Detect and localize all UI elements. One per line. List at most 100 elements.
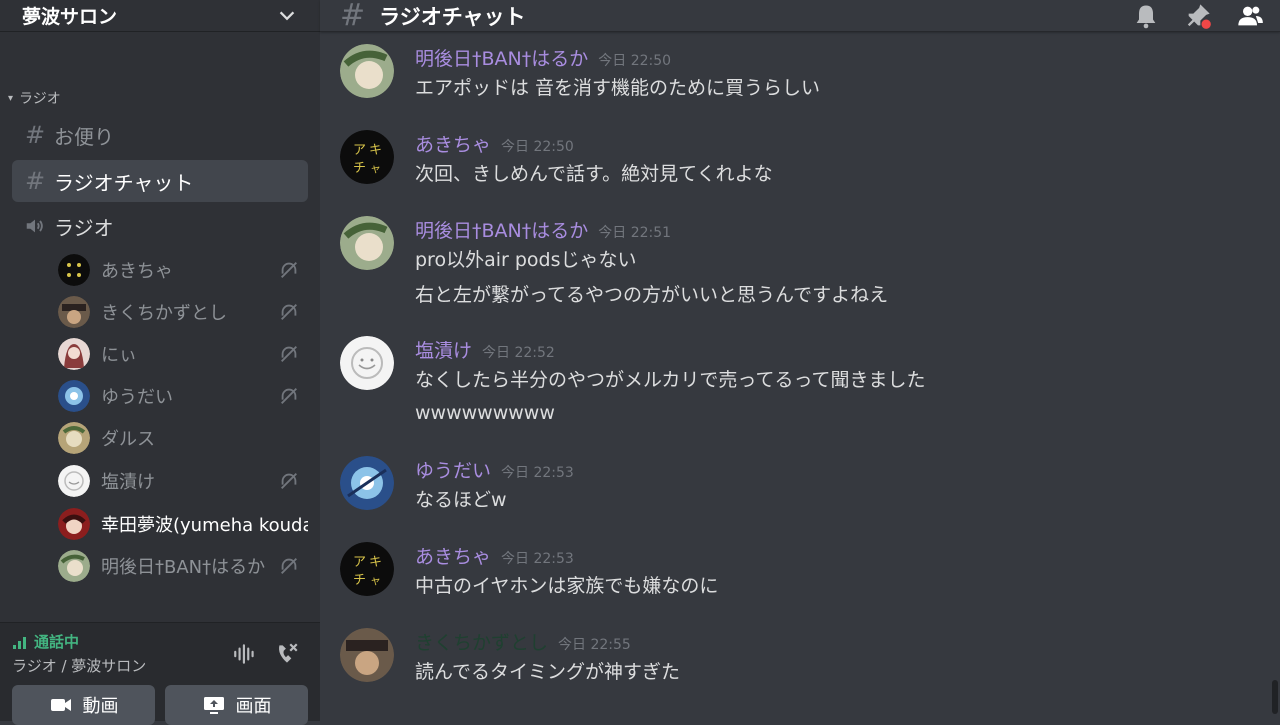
svg-text:キ: キ — [369, 143, 382, 158]
voice-user-name: 明後日†BAN†はるか — [101, 557, 266, 578]
message-timestamp: 今日 22:50 — [501, 139, 574, 155]
voice-user-nii[interactable]: にぃ — [58, 336, 308, 372]
message-timestamp: 今日 22:53 — [501, 551, 574, 567]
message-header: あきちゃ 今日 22:50 — [415, 130, 574, 157]
voice-user-shiozuke[interactable]: 塩漬け — [58, 463, 308, 499]
avatar[interactable] — [340, 336, 394, 390]
category-radio[interactable]: ▾ ラジオ — [8, 87, 61, 109]
voice-user-name: ダルス — [101, 429, 155, 450]
camera-icon — [50, 699, 71, 711]
voice-channel-radio[interactable]: ラジオ — [12, 205, 308, 247]
avatar[interactable] — [340, 216, 394, 270]
deafened-icon — [281, 388, 297, 404]
message-author[interactable]: 明後日†BAN†はるか — [415, 48, 588, 70]
channel-label: ラジオ — [54, 215, 114, 240]
speaker-icon — [26, 219, 43, 233]
voice-user-yudai[interactable]: ゆうだい — [58, 378, 308, 414]
message-text: 次回、きしめんで話す。絶対見てくれよな — [415, 163, 773, 185]
message-text: 右と左が繋がってるやつの方がいいと思うんですよねえ — [415, 284, 889, 306]
signal-icon — [13, 636, 26, 649]
message-header: 明後日†BAN†はるか 今日 22:50 — [415, 44, 671, 71]
voice-user-kouda-yumeha[interactable]: 幸田夢波(yumeha kouda) — [58, 506, 308, 542]
message-text: なるほどw — [415, 489, 507, 511]
message-header: あきちゃ 今日 22:53 — [415, 542, 574, 569]
message-timestamp: 今日 22:50 — [598, 53, 672, 69]
caret-down-icon: ▾ — [8, 92, 14, 104]
message-text: wwwwwwwww — [415, 402, 555, 424]
voice-user-name: ゆうだい — [101, 387, 173, 408]
channel-title: ラジオチャット — [379, 4, 526, 29]
message-author[interactable]: きくちかずとし — [415, 632, 548, 654]
screen-share-icon — [203, 697, 224, 714]
avatar — [58, 508, 90, 540]
voice-connection-panel: 通話中 ラジオ / 夢波サロン 動画 画面 — [0, 622, 320, 725]
screen-share-button[interactable]: 画面 — [165, 685, 308, 725]
voice-user-kikuchi[interactable]: きくちかずとし — [58, 294, 308, 330]
voice-user-haruka[interactable]: 明後日†BAN†はるか — [58, 548, 308, 584]
message-author[interactable]: 明後日†BAN†はるか — [415, 220, 588, 242]
pin-icon[interactable] — [1184, 2, 1212, 30]
channel-label: お便り — [54, 124, 114, 149]
svg-text:チ: チ — [353, 573, 366, 588]
channel-radio-chat[interactable]: # ラジオチャット — [12, 160, 308, 202]
deafened-icon — [281, 558, 297, 574]
message-timestamp: 今日 22:55 — [558, 637, 631, 653]
chat-header: # ラジオチャット — [320, 0, 1280, 33]
voice-user-name: 塩漬け — [101, 472, 155, 493]
avatar — [58, 465, 90, 497]
channel-label: ラジオチャット — [54, 170, 194, 195]
voice-user-akicha[interactable]: あきちゃ — [58, 252, 308, 288]
hash-icon: # — [24, 167, 46, 195]
screen-label: 画面 — [235, 696, 272, 717]
channel-otayori[interactable]: # お便り — [12, 114, 308, 156]
category-label: ラジオ — [19, 91, 61, 107]
svg-text:キ: キ — [369, 555, 382, 570]
message-author[interactable]: 塩漬け — [415, 340, 472, 362]
voice-user-name: にぃ — [101, 345, 137, 366]
avatar[interactable]: アキチャ — [340, 542, 394, 596]
voice-user-name: あきちゃ — [101, 261, 173, 282]
message-text: なくしたら半分のやつがメルカリで売ってるって聞きました — [415, 369, 926, 391]
hash-icon: # — [340, 0, 366, 33]
deafened-icon — [281, 262, 297, 278]
voice-location: ラジオ / 夢波サロン — [12, 657, 147, 675]
message-author[interactable]: あきちゃ — [415, 546, 491, 568]
svg-text:チ: チ — [353, 161, 366, 176]
deafened-icon — [281, 304, 297, 320]
avatar — [58, 254, 90, 286]
message-header: 塩漬け 今日 22:52 — [415, 336, 555, 363]
disconnect-icon[interactable] — [274, 641, 300, 667]
scrollbar[interactable] — [1272, 680, 1278, 714]
message-header: きくちかずとし 今日 22:55 — [415, 628, 631, 655]
voice-state-label: 通話中 — [34, 633, 80, 651]
avatar — [58, 338, 90, 370]
avatar[interactable]: アキチャ — [340, 130, 394, 184]
server-name: 夢波サロン — [22, 6, 118, 28]
svg-text:ャ: ャ — [370, 574, 381, 587]
avatar[interactable] — [340, 44, 394, 98]
chevron-down-icon[interactable] — [276, 5, 298, 27]
noise-suppression-icon[interactable] — [232, 641, 258, 667]
hash-icon: # — [24, 121, 46, 149]
avatar — [58, 296, 90, 328]
message-text: 読んでるタイミングが神すぎた — [415, 661, 681, 683]
voice-state: 通話中 — [12, 631, 79, 652]
svg-text:ャ: ャ — [370, 162, 381, 175]
bell-icon[interactable] — [1132, 2, 1160, 30]
svg-text:ア: ア — [353, 555, 366, 570]
video-button[interactable]: 動画 — [12, 685, 155, 725]
message-text: エアポッドは 音を消す機能のために買うらしい — [415, 77, 821, 99]
message-timestamp: 今日 22:52 — [482, 345, 555, 361]
members-icon[interactable] — [1236, 2, 1264, 30]
message-author[interactable]: あきちゃ — [415, 134, 491, 156]
voice-user-darusu[interactable]: ダルス — [58, 420, 308, 456]
message-header: ゆうだい 今日 22:53 — [415, 456, 574, 483]
avatar[interactable] — [340, 628, 394, 682]
video-label: 動画 — [82, 696, 119, 717]
avatar[interactable] — [340, 456, 394, 510]
voice-user-name: 幸田夢波(yumeha kouda) — [101, 515, 308, 536]
message-author[interactable]: ゆうだい — [415, 460, 491, 482]
message-header: 明後日†BAN†はるか 今日 22:51 — [415, 216, 671, 243]
server-header[interactable]: 夢波サロン — [0, 0, 320, 32]
avatar — [58, 380, 90, 412]
